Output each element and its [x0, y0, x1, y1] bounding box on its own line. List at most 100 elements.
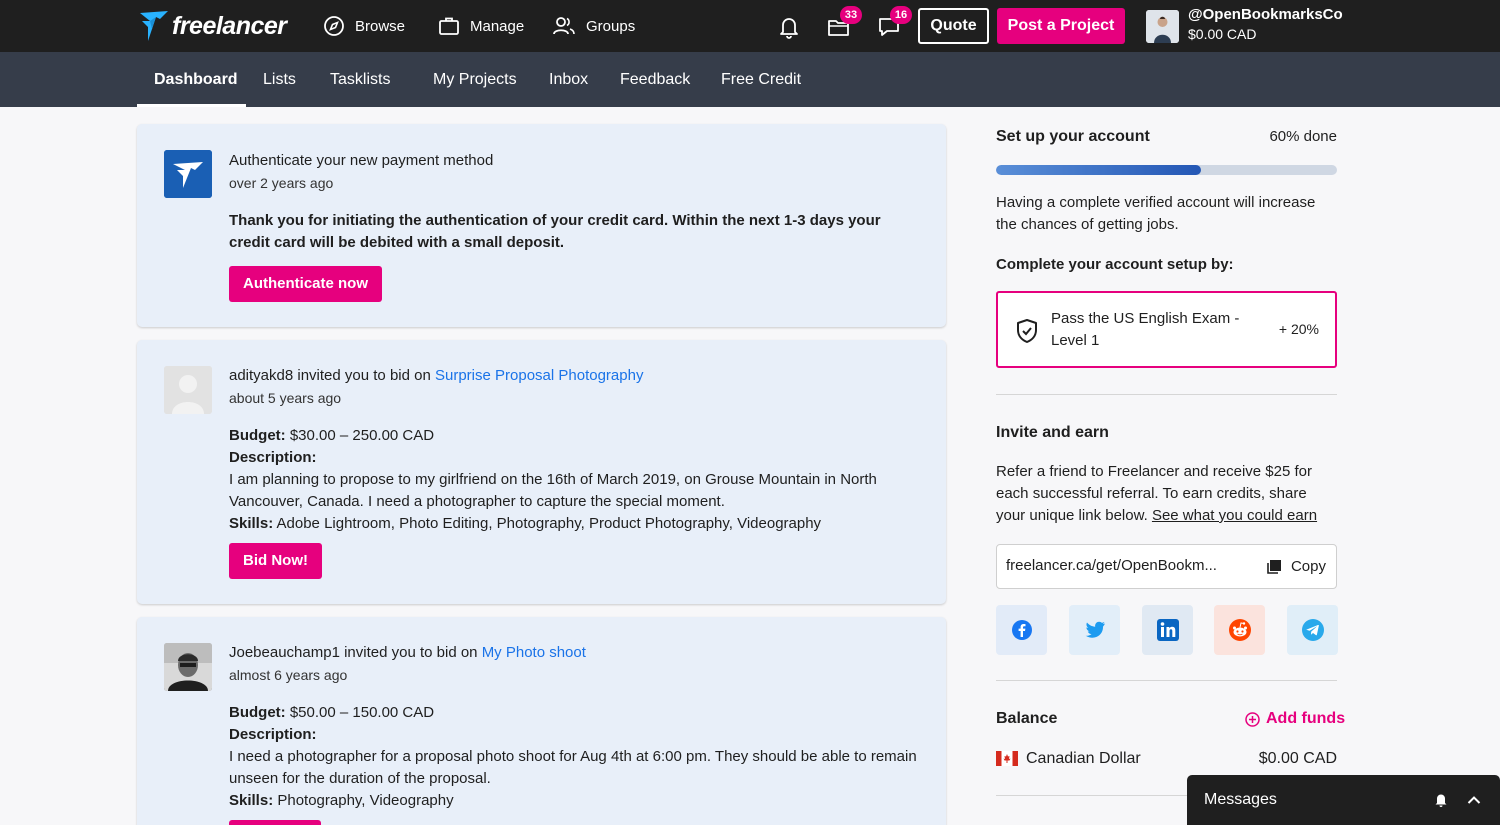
english-exam-task[interactable]: Pass the US English Exam - Level 1 + 20% [996, 291, 1337, 368]
complete-setup-label: Complete your account setup by: [996, 256, 1234, 273]
users-icon [553, 17, 575, 35]
card-timestamp: over 2 years ago [229, 175, 334, 191]
skills-label: Skills: [229, 792, 274, 809]
skills-line: Skills: Photography, Videography [229, 790, 929, 812]
share-reddit-button[interactable] [1214, 605, 1265, 655]
tab-feedback[interactable]: Feedback [620, 52, 690, 107]
copy-button[interactable]: Copy [1267, 545, 1326, 588]
setup-progress-bar [996, 165, 1337, 175]
nav-groups-label: Groups [586, 17, 636, 35]
freelancer-card-logo [164, 150, 212, 198]
bell-icon[interactable] [1434, 792, 1448, 808]
tab-inbox[interactable]: Inbox [549, 52, 588, 107]
user-handle[interactable]: @OpenBookmarksCo [1188, 6, 1343, 23]
authenticate-now-button[interactable]: Authenticate now [229, 266, 383, 302]
bell-icon [780, 18, 798, 39]
description-text: I need a photographer for a proposal pho… [229, 748, 917, 787]
skills-value: Photography, Videography [273, 792, 454, 809]
add-funds-button[interactable]: Add funds [1245, 710, 1345, 728]
budget-value: $30.00 – 250.00 CAD [285, 427, 435, 444]
avatar [164, 643, 212, 691]
bid-now-button[interactable] [229, 820, 321, 825]
bid-now-button[interactable]: Bid Now! [229, 543, 322, 579]
add-funds-label: Add funds [1266, 710, 1346, 727]
share-linkedin-button[interactable] [1142, 605, 1193, 655]
user-photo-icon [164, 643, 212, 691]
tab-free-credit[interactable]: Free Credit [721, 52, 801, 107]
quote-button[interactable]: Quote [918, 8, 989, 44]
active-tab-indicator [137, 104, 246, 107]
notifications-button[interactable] [777, 12, 803, 40]
share-telegram-button[interactable] [1287, 605, 1338, 655]
description-label: Description: [229, 449, 317, 466]
setup-description: Having a complete verified account will … [996, 194, 1316, 233]
user-balance: $0.00 CAD [1188, 26, 1257, 42]
tab-dashboard[interactable]: Dashboard [154, 52, 238, 107]
inviter-name[interactable]: Joebeauchamp1 [229, 644, 340, 661]
plus-circle-icon [1245, 711, 1260, 727]
invite-text: invited you to bid on [293, 367, 435, 384]
freelancer-bird-icon [140, 11, 168, 41]
currency-name: Canadian Dollar [1026, 750, 1141, 767]
messages-button[interactable]: 16 [877, 6, 912, 40]
reddit-icon [1228, 619, 1251, 641]
description-text: I am planning to propose to my girlfrien… [229, 471, 877, 510]
project-link[interactable]: My Photo shoot [482, 644, 586, 661]
briefcase-icon [439, 17, 459, 35]
messages-label: Messages [1204, 791, 1277, 808]
budget-label: Budget: [229, 704, 286, 721]
share-facebook-button[interactable] [996, 605, 1047, 655]
budget-value: $50.00 – 150.00 CAD [285, 704, 435, 721]
sub-navigation: Dashboard Lists Tasklists My Projects In… [0, 52, 1500, 107]
facebook-icon [1011, 620, 1032, 640]
tab-my-projects[interactable]: My Projects [433, 52, 517, 107]
share-twitter-button[interactable] [1069, 605, 1120, 655]
card-title: Authenticate your new payment method [229, 152, 494, 169]
copy-icon [1267, 559, 1281, 574]
tab-tasklists[interactable]: Tasklists [330, 52, 390, 107]
user-avatar[interactable] [1146, 10, 1179, 43]
post-project-button[interactable]: Post a Project [997, 8, 1125, 44]
projects-badge: 33 [840, 6, 862, 24]
card-timestamp: almost 6 years ago [229, 667, 348, 683]
messages-panel[interactable]: Messages [1187, 775, 1500, 825]
freelancer-logo[interactable]: freelancer [138, 8, 287, 44]
tab-lists[interactable]: Lists [263, 52, 296, 107]
telegram-icon [1301, 619, 1324, 641]
project-link[interactable]: Surprise Proposal Photography [435, 367, 643, 384]
exam-task-label: Pass the US English Exam - Level 1 [1051, 310, 1240, 349]
nav-browse[interactable]: Browse [323, 14, 405, 38]
logo-text: freelancer [172, 11, 287, 40]
nav-manage[interactable]: Manage [438, 14, 524, 38]
referral-url: freelancer.ca/get/OpenBookm... [1006, 557, 1217, 574]
avatar [164, 366, 212, 414]
bid-invite-card: Joebeauchamp1 invited you to bid on My P… [137, 617, 946, 825]
linkedin-icon [1156, 619, 1179, 641]
divider [996, 394, 1337, 395]
description-label: Description: [229, 726, 317, 743]
top-bar: freelancer Browse Manage Groups 33 16 Qu… [0, 0, 1500, 52]
referral-link-field[interactable]: freelancer.ca/get/OpenBookm... Copy [996, 544, 1337, 589]
invite-text: invited you to bid on [339, 644, 482, 661]
skills-label: Skills: [229, 515, 274, 532]
nav-browse-label: Browse [355, 17, 406, 35]
payment-auth-card: Authenticate your new payment method ove… [137, 124, 946, 327]
canada-flag-icon [996, 751, 1018, 766]
budget-label: Budget: [229, 427, 286, 444]
chevron-up-icon[interactable] [1467, 795, 1481, 805]
inviter-name[interactable]: adityakd8 [229, 367, 293, 384]
messages-badge: 16 [890, 6, 912, 24]
avatar-person-icon [1146, 10, 1179, 43]
see-earnings-link[interactable]: See what you could earn [1152, 507, 1317, 524]
card-message: Thank you for initiating the authenticat… [229, 212, 881, 251]
projects-button[interactable]: 33 [827, 6, 862, 40]
invite-title: Joebeauchamp1 invited you to bid on My P… [229, 644, 586, 661]
invite-earn-title: Invite and earn [996, 424, 1109, 441]
card-timestamp: about 5 years ago [229, 390, 342, 406]
nav-manage-label: Manage [470, 17, 525, 35]
invite-title: adityakd8 invited you to bid on Surprise… [229, 367, 643, 384]
project-details: Budget: $50.00 – 150.00 CAD Description:… [229, 702, 929, 812]
nav-groups[interactable]: Groups [552, 14, 635, 38]
exam-task-bonus: + 20% [1278, 321, 1319, 337]
balance-title: Balance [996, 710, 1058, 727]
